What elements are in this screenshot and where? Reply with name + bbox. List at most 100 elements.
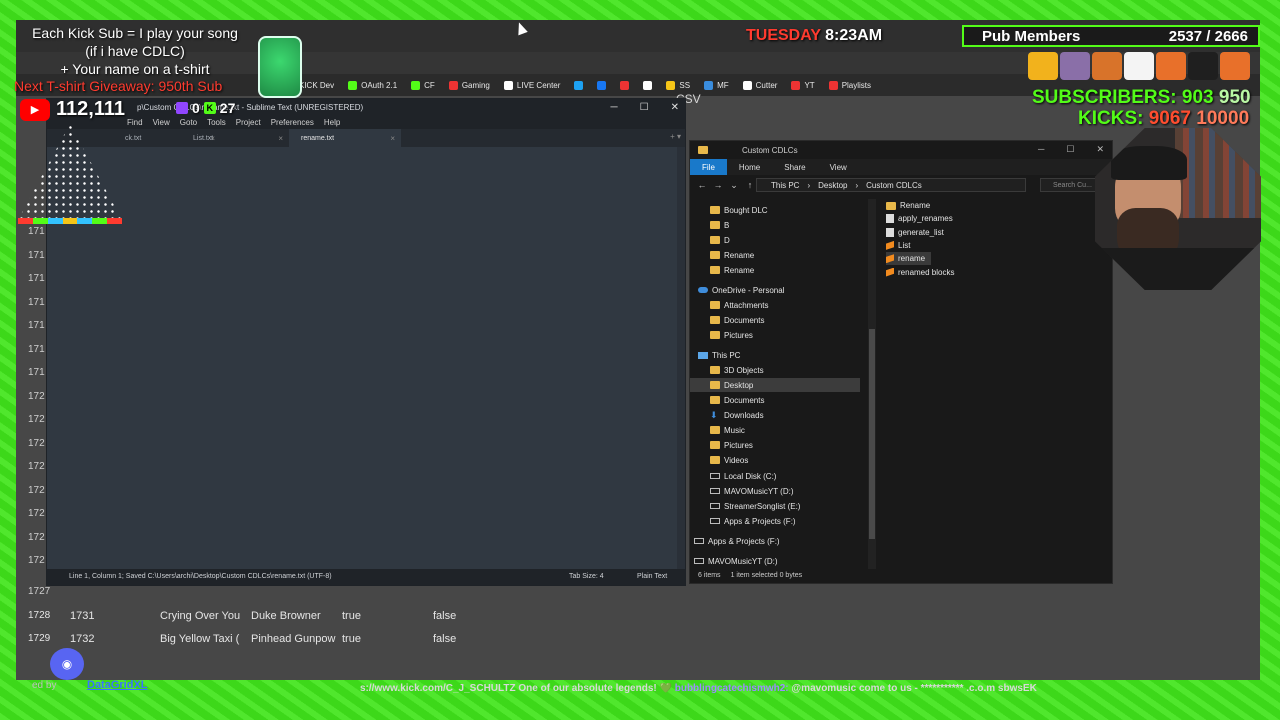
plinko-pegs bbox=[18, 124, 122, 220]
explorer-title-bar[interactable]: Custom CDLCs ─ ☐ ✕ bbox=[690, 141, 1112, 159]
bookmark-item[interactable]: LIVE Center bbox=[503, 80, 560, 90]
menu-item-project[interactable]: Project bbox=[236, 118, 261, 127]
close-icon[interactable]: × bbox=[278, 134, 283, 143]
ribbon-tab-share[interactable]: Share bbox=[772, 159, 817, 175]
nav-item[interactable]: Pictures bbox=[690, 328, 860, 342]
nav-item[interactable]: OneDrive - Personal bbox=[690, 283, 860, 297]
minimize-icon[interactable]: ─ bbox=[1038, 144, 1044, 155]
ribbon-tab-view[interactable]: View bbox=[818, 159, 859, 175]
ribbon-tab-file[interactable]: File bbox=[690, 159, 727, 175]
nav-item[interactable]: Videos bbox=[690, 453, 860, 467]
nav-item[interactable]: Music bbox=[690, 423, 860, 437]
status-syntax[interactable]: Plain Text bbox=[637, 573, 667, 580]
tab-rename[interactable]: rename.txt × bbox=[289, 129, 401, 147]
cell-artist[interactable]: Duke Browner bbox=[251, 610, 339, 622]
nav-item[interactable]: MAVOMusicYT (D:) bbox=[690, 484, 860, 498]
nav-item[interactable]: Desktop bbox=[690, 378, 860, 392]
datagrid-link[interactable]: DataGridXL bbox=[87, 679, 148, 691]
nav-item[interactable]: Documents bbox=[690, 393, 860, 407]
maximize-icon[interactable]: ☐ bbox=[640, 102, 649, 113]
bookmark-item[interactable]: Cutter bbox=[742, 80, 777, 90]
nav-item[interactable]: Bought DLC bbox=[690, 203, 860, 217]
nav-item[interactable]: StreamerSonglist (E:) bbox=[690, 499, 860, 513]
file-item[interactable]: Rename bbox=[886, 199, 930, 212]
nav-item[interactable]: Apps & Projects (F:) bbox=[690, 514, 860, 528]
nav-item[interactable]: 3D Objects bbox=[690, 363, 860, 377]
nav-item[interactable]: Pictures bbox=[690, 438, 860, 452]
nav-item[interactable]: Rename bbox=[690, 248, 860, 262]
drive-icon bbox=[694, 558, 704, 564]
minimize-icon[interactable]: ─ bbox=[611, 102, 618, 113]
bookmark-item[interactable] bbox=[574, 80, 584, 90]
file-item[interactable]: generate_list bbox=[886, 226, 944, 239]
scroll-thumb[interactable] bbox=[869, 329, 875, 539]
cell-flag-a[interactable]: true bbox=[342, 610, 361, 622]
nav-item[interactable]: Attachments bbox=[690, 298, 860, 312]
cell-flag-a[interactable]: true bbox=[342, 633, 361, 645]
nav-item[interactable]: ⬇ Downloads bbox=[690, 408, 860, 422]
menu-item-view[interactable]: View bbox=[153, 118, 170, 127]
pub-count: 2537 / 2666 bbox=[1168, 27, 1248, 45]
cell-flag-b[interactable]: false bbox=[433, 610, 456, 622]
file-item[interactable]: List bbox=[886, 239, 910, 252]
breadcrumb-desktop[interactable]: Desktop bbox=[818, 181, 847, 190]
nav-scrollbar[interactable] bbox=[868, 199, 876, 569]
breadcrumb-this-pc[interactable]: This PC bbox=[771, 181, 799, 190]
nav-item[interactable]: MAVOMusicYT (D:) bbox=[690, 554, 860, 568]
nav-item[interactable]: Apps & Projects (F:) bbox=[690, 534, 860, 548]
table-row[interactable]: 1728 1731 Crying Over You Duke Browner t… bbox=[16, 606, 656, 628]
menu-item-help[interactable]: Help bbox=[324, 118, 340, 127]
bookmark-item[interactable]: SS bbox=[666, 80, 690, 90]
bookmark-item[interactable]: Gaming bbox=[448, 80, 490, 90]
cell-artist[interactable]: Pinhead Gunpow bbox=[251, 633, 339, 645]
folder-icon bbox=[710, 396, 720, 404]
nav-item-label: Apps & Projects (F:) bbox=[708, 536, 780, 546]
menu-item-tools[interactable]: Tools bbox=[207, 118, 226, 127]
breadcrumb-folder[interactable]: Custom CDLCs bbox=[866, 181, 922, 190]
window-title: Custom CDLCs bbox=[742, 145, 798, 155]
recent-icon[interactable]: ⌄ bbox=[726, 180, 742, 191]
maximize-icon[interactable]: ☐ bbox=[1066, 144, 1074, 155]
table-row[interactable]: 1729 1732 Big Yellow Taxi ( Pinhead Gunp… bbox=[16, 629, 656, 651]
sublime-window[interactable]: p\Custom CDLCs\rename.txt - Sublime Text… bbox=[46, 98, 686, 586]
bookmark-item[interactable] bbox=[643, 80, 653, 90]
menu-item-goto[interactable]: Goto bbox=[180, 118, 197, 127]
bookmark-item[interactable]: Playlists bbox=[828, 80, 871, 90]
bookmark-item[interactable] bbox=[597, 80, 607, 90]
file-item[interactable]: renamed blocks bbox=[886, 266, 954, 279]
explorer-window[interactable]: Custom CDLCs ─ ☐ ✕ File Home Share View … bbox=[689, 140, 1113, 584]
tab-list[interactable]: List.txt × bbox=[181, 129, 289, 147]
nav-item[interactable]: Rename bbox=[690, 263, 860, 277]
bookmark-item[interactable] bbox=[620, 80, 630, 90]
cell-title[interactable]: Crying Over You bbox=[160, 610, 248, 622]
bookmark-item[interactable]: YT bbox=[791, 80, 815, 90]
nav-item[interactable]: Documents bbox=[690, 313, 860, 327]
status-tab-size[interactable]: Tab Size: 4 bbox=[569, 573, 604, 580]
nav-item[interactable]: D bbox=[690, 233, 860, 247]
close-icon[interactable]: × bbox=[390, 134, 395, 143]
close-icon[interactable]: ✕ bbox=[1096, 144, 1104, 155]
cell-flag-b[interactable]: false bbox=[433, 633, 456, 645]
tab-overflow-icon[interactable]: + ▾ bbox=[670, 132, 681, 141]
plinko-bins bbox=[18, 218, 123, 224]
cell-number[interactable]: 1732 bbox=[70, 633, 94, 645]
close-icon[interactable]: ✕ bbox=[671, 102, 679, 113]
forward-icon[interactable]: → bbox=[710, 180, 726, 190]
menu-item-preferences[interactable]: Preferences bbox=[271, 118, 314, 127]
sublime-title-bar[interactable]: p\Custom CDLCs\rename.txt - Sublime Text… bbox=[47, 99, 685, 115]
nav-item[interactable]: This PC bbox=[690, 348, 860, 362]
address-bar[interactable]: This PC › Desktop › Custom CDLCs bbox=[756, 178, 1026, 192]
ribbon-tab-home[interactable]: Home bbox=[727, 159, 772, 175]
back-icon[interactable]: ← bbox=[694, 180, 710, 190]
nav-item[interactable]: Local Disk (C:) bbox=[690, 469, 860, 483]
bookmark-item[interactable]: MF bbox=[704, 80, 729, 90]
editor-scrollbar[interactable] bbox=[677, 147, 685, 569]
file-item[interactable]: rename bbox=[886, 252, 932, 266]
bookmark-item[interactable]: CF bbox=[411, 80, 435, 90]
bookmark-item[interactable]: OAuth 2.1 bbox=[348, 80, 397, 90]
nav-item[interactable]: B bbox=[690, 218, 860, 232]
cell-number[interactable]: 1731 bbox=[70, 610, 94, 622]
file-item[interactable]: apply_renames bbox=[886, 212, 953, 225]
cell-title[interactable]: Big Yellow Taxi ( bbox=[160, 633, 248, 645]
menu-item-find[interactable]: Find bbox=[127, 118, 143, 127]
